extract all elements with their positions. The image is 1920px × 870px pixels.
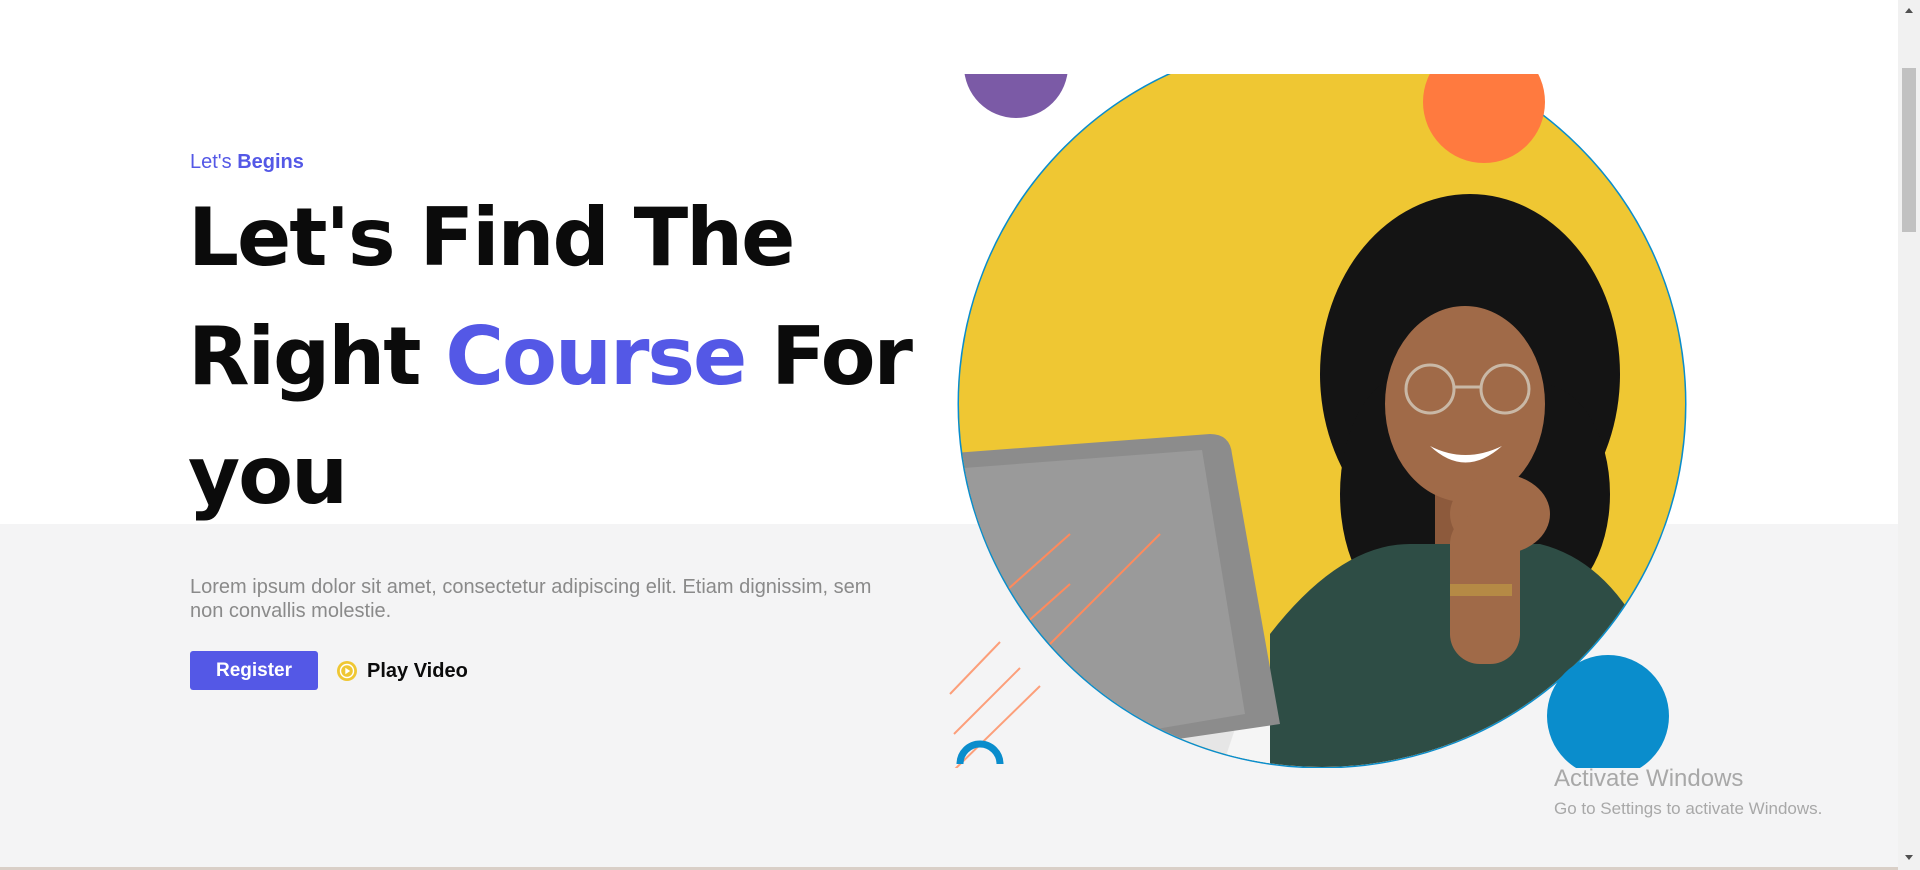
small-blue-ring bbox=[956, 740, 1004, 765]
title-word-right: Right bbox=[188, 310, 421, 403]
register-button[interactable]: Register bbox=[190, 651, 318, 690]
title-accent-course: Course bbox=[445, 310, 747, 403]
eyebrow-prefix: Let's bbox=[190, 151, 232, 173]
play-circle-icon bbox=[336, 660, 358, 682]
title-line-3: you bbox=[188, 429, 348, 522]
play-video-button[interactable]: Play Video bbox=[336, 656, 468, 686]
chevron-down-icon[interactable] bbox=[1898, 848, 1920, 868]
scrollbar-thumb[interactable] bbox=[1902, 68, 1916, 232]
hero-title: Let's Find The Right Course For you bbox=[188, 178, 928, 535]
windows-activation-subtitle: Go to Settings to activate Windows. bbox=[1554, 799, 1823, 818]
windows-activation-title: Activate Windows bbox=[1554, 765, 1744, 792]
eyebrow-emphasis: Begins bbox=[237, 151, 304, 173]
title-word-for: For bbox=[771, 310, 913, 403]
title-line-1: Let's Find The bbox=[188, 191, 795, 284]
chevron-up-icon[interactable] bbox=[1898, 0, 1920, 20]
page: Let's Begins Let's Find The Right Course… bbox=[0, 0, 1898, 870]
vertical-scrollbar[interactable] bbox=[1898, 0, 1920, 870]
purple-decor-circle bbox=[964, 74, 1068, 118]
hero-illustration bbox=[949, 74, 1687, 768]
hero-description: Lorem ipsum dolor sit amet, consectetur … bbox=[190, 576, 872, 622]
hero-eyebrow: Let's Begins bbox=[190, 151, 304, 174]
play-video-label: Play Video bbox=[367, 659, 468, 682]
